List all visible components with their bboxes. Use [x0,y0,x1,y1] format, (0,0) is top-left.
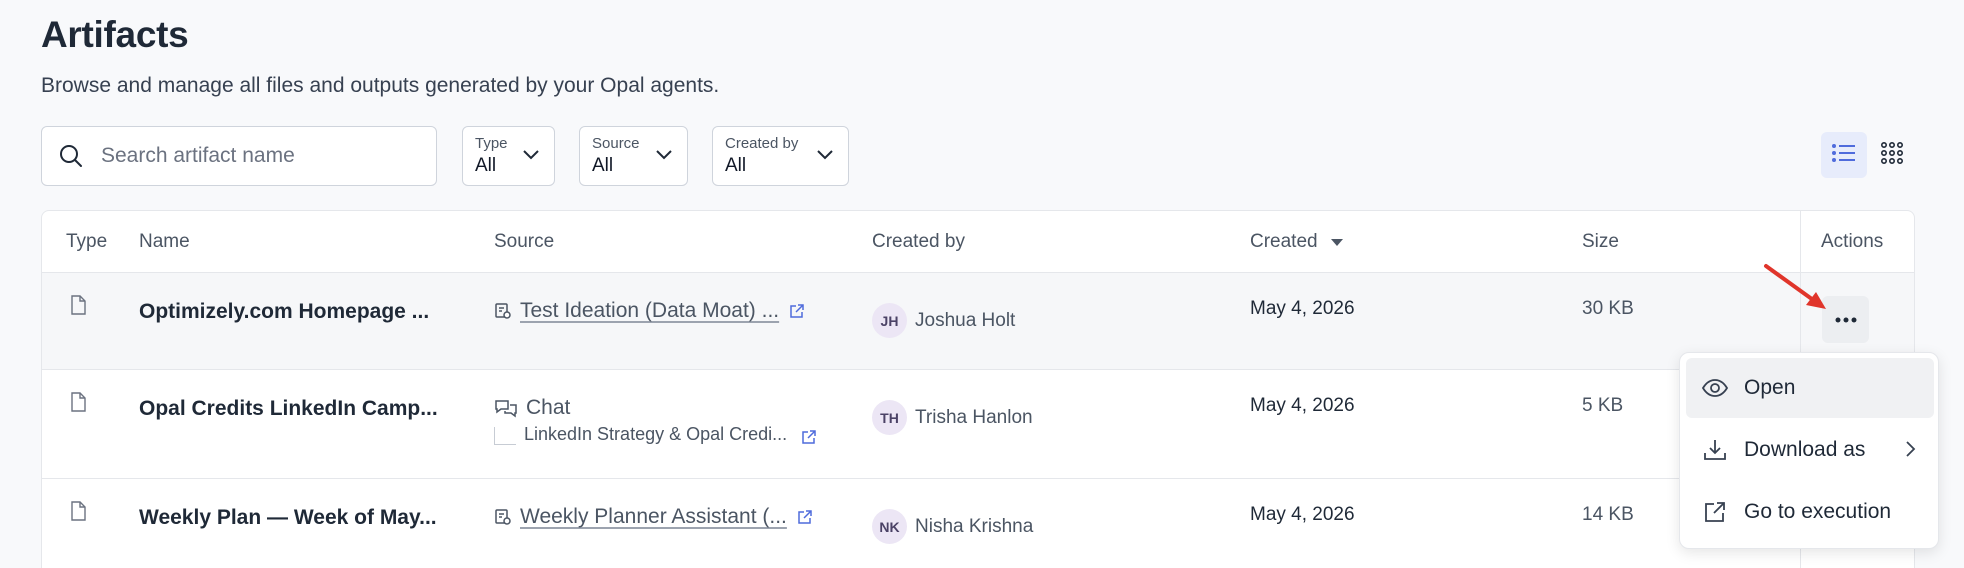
column-header-actions: Actions [1821,231,1884,252]
column-header-created-by[interactable]: Created by [872,231,965,253]
external-link-icon[interactable] [801,429,817,445]
created-date: May 4, 2026 [1250,504,1355,525]
created-date: May 4, 2026 [1250,395,1355,416]
source-label: Chat [494,396,570,420]
column-header-source[interactable]: Source [494,231,554,253]
source-name[interactable]: Weekly Planner Assistant (... [520,505,787,529]
search-box[interactable] [41,126,437,186]
eye-icon [1700,378,1730,398]
artifacts-table: Type Name Source Created by Created Size… [41,210,1915,568]
annotation-arrow [1764,264,1826,309]
table-row[interactable]: Optimizely.com Homepage ... Test Ideatio… [42,273,1914,370]
workflow-icon [494,302,512,320]
source-link[interactable]: Weekly Planner Assistant (... [494,505,813,529]
filter-created-by[interactable]: Created by All [712,126,849,186]
sort-desc-icon [1330,237,1344,247]
chat-icon [494,398,518,418]
chevron-down-icon [522,145,540,170]
search-input[interactable] [101,144,401,168]
page-subtitle: Browse and manage all files and outputs … [41,74,720,97]
chevron-right-icon [1904,440,1916,464]
created-date: May 4, 2026 [1250,298,1355,319]
file-size: 5 KB [1582,395,1624,416]
artifact-name[interactable]: Opal Credits LinkedIn Camp... [139,397,438,421]
menu-item-open-label: Open [1744,376,1796,399]
column-header-size[interactable]: Size [1582,231,1619,253]
creator-name: Trisha Hanlon [915,406,1033,428]
creator: TH Trisha Hanlon [872,400,1033,435]
source-name[interactable]: Test Ideation (Data Moat) ... [520,299,779,323]
external-link-icon[interactable] [789,303,805,319]
grid-icon [1880,141,1904,170]
table-row[interactable]: Weekly Plan — Week of May... Weekly Plan… [42,479,1914,568]
menu-item-download-as[interactable]: Download as [1686,420,1934,480]
list-icon [1831,142,1857,169]
table-header: Type Name Source Created by Created Size… [42,211,1914,273]
file-size: 30 KB [1582,298,1634,319]
chevron-down-icon [816,145,834,170]
avatar: JH [872,303,907,338]
sub-source-name[interactable]: LinkedIn Strategy & Opal Credi... [524,424,787,445]
search-icon [57,142,85,170]
chevron-down-icon [655,145,673,170]
filter-type[interactable]: Type All [462,126,555,186]
column-header-created-label: Created [1250,231,1318,252]
sub-source-link[interactable]: LinkedIn Strategy & Opal Credi... [494,424,817,445]
source-name: Chat [526,396,571,419]
avatar: TH [872,400,907,435]
column-header-created[interactable]: Created [1250,231,1344,253]
more-horizontal-icon [1835,317,1857,323]
grid-view-button[interactable] [1869,132,1915,178]
artifact-name[interactable]: Optimizely.com Homepage ... [139,300,429,324]
file-icon [70,392,86,417]
workflow-icon [494,508,512,526]
menu-item-open[interactable]: Open [1686,358,1934,418]
external-link-icon[interactable] [797,509,813,525]
file-size: 14 KB [1582,504,1634,525]
column-header-name[interactable]: Name [139,231,190,253]
external-link-icon [1700,500,1730,524]
menu-item-download-as-label: Download as [1744,438,1866,461]
avatar: NK [872,509,907,544]
download-icon [1700,438,1730,462]
table-row[interactable]: Opal Credits LinkedIn Camp... Chat Linke… [42,370,1914,479]
artifact-name[interactable]: Weekly Plan — Week of May... [139,506,437,530]
creator: NK Nisha Krishna [872,509,1033,544]
creator-name: Nisha Krishna [915,515,1034,537]
creator-name: Joshua Holt [915,309,1016,331]
row-actions-menu: Open Download as Go to execution [1679,352,1939,549]
source-link[interactable]: Test Ideation (Data Moat) ... [494,299,805,323]
file-icon [70,501,86,526]
tree-connector [494,427,516,445]
menu-item-go-to-execution-label: Go to execution [1744,500,1892,523]
menu-item-go-to-execution[interactable]: Go to execution [1686,482,1934,542]
filter-source[interactable]: Source All [579,126,688,186]
creator: JH Joshua Holt [872,303,1015,338]
page-title: Artifacts [41,14,189,55]
list-view-button[interactable] [1821,132,1867,178]
column-header-type: Type [66,231,108,252]
file-icon [70,295,86,320]
